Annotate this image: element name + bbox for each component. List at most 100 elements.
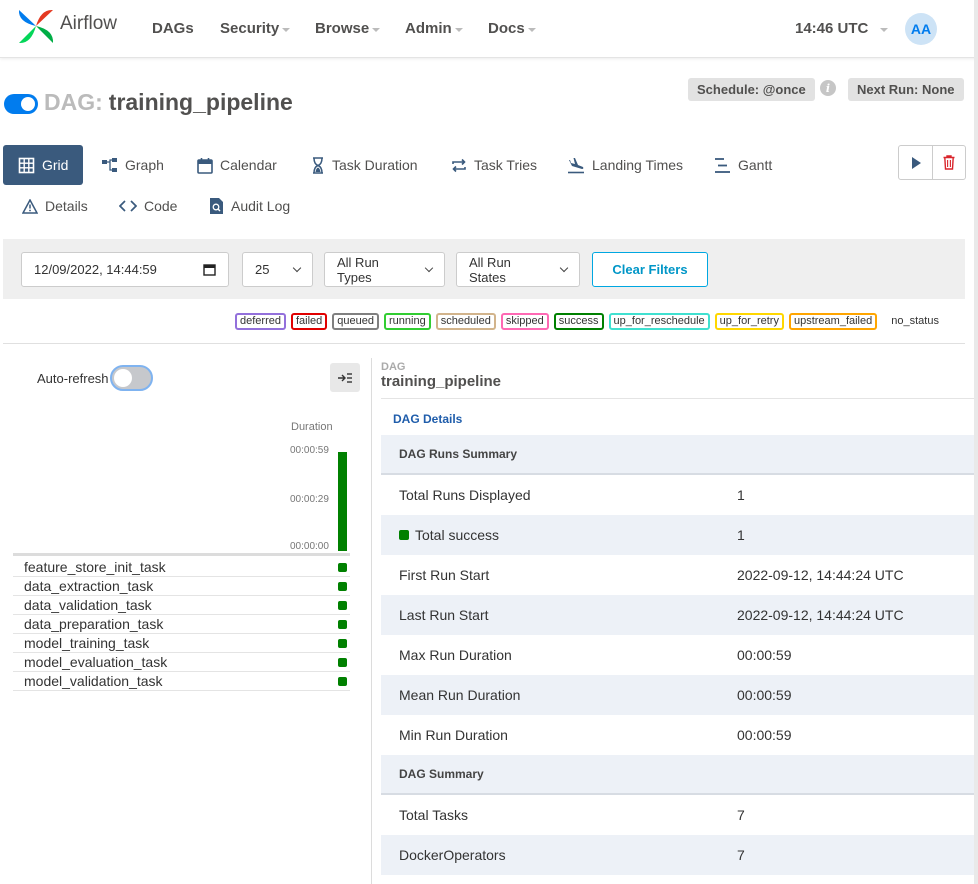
- detail-key: DAG Runs Summary: [399, 447, 517, 461]
- trigger-dag-button[interactable]: [899, 146, 932, 179]
- collapse-details-button[interactable]: [330, 363, 360, 392]
- task-instance-status[interactable]: [338, 658, 347, 667]
- caret-down-icon: [282, 27, 291, 32]
- dag-pause-toggle[interactable]: [4, 94, 38, 114]
- tab-landing-times[interactable]: Landing Times: [567, 145, 683, 185]
- file-search-icon: [210, 198, 223, 214]
- tab-details-label: Details: [45, 198, 88, 214]
- num-runs-select[interactable]: 25: [242, 252, 313, 287]
- detail-key: Total success: [399, 527, 499, 543]
- detail-value: 2022-09-12, 14:44:24 UTC: [737, 607, 904, 623]
- clear-filters-button[interactable]: Clear Filters: [592, 252, 708, 287]
- calendar-icon[interactable]: [203, 263, 216, 276]
- detail-key: First Run Start: [399, 567, 489, 583]
- legend-up-for-reschedule[interactable]: up_for_reschedule: [608, 313, 710, 330]
- timezone-menu[interactable]: 14:46 UTC: [795, 20, 889, 37]
- auto-refresh-label: Auto-refresh: [37, 371, 109, 386]
- gantt-icon: [715, 157, 730, 173]
- nav-security[interactable]: Security: [220, 20, 291, 37]
- dag-run-duration-bar[interactable]: [338, 452, 347, 551]
- dag-details-breadcrumb[interactable]: DAG Details: [393, 412, 462, 426]
- tab-grid-label: Grid: [42, 157, 69, 173]
- tab-audit-log[interactable]: Audit Log: [209, 186, 290, 226]
- hourglass-icon: [313, 156, 323, 174]
- task-row[interactable]: data_validation_task: [13, 596, 350, 615]
- nav-dags[interactable]: DAGs: [152, 20, 194, 37]
- task-instance-status[interactable]: [338, 601, 347, 610]
- detail-key: DAG Summary: [399, 767, 484, 781]
- legend-failed[interactable]: failed: [290, 313, 328, 330]
- duration-tick: 00:00:59: [290, 445, 329, 456]
- legend-success[interactable]: success: [553, 313, 604, 330]
- schedule-badge: Schedule: @once: [688, 78, 815, 101]
- task-row[interactable]: model_validation_task: [13, 672, 350, 691]
- brand[interactable]: Airflow: [16, 6, 117, 46]
- task-name: model_training_task: [24, 635, 150, 651]
- task-instance-status[interactable]: [338, 563, 347, 572]
- tab-task-tries[interactable]: Task Tries: [451, 145, 537, 185]
- run-state-select[interactable]: All Run States: [456, 252, 580, 287]
- detail-key: Mean Run Duration: [399, 687, 520, 703]
- tab-graph-label: Graph: [125, 157, 164, 173]
- detail-key-text: Min Run Duration: [399, 727, 508, 743]
- task-row[interactable]: data_extraction_task: [13, 577, 350, 596]
- task-instance-status[interactable]: [338, 582, 347, 591]
- task-name: data_preparation_task: [24, 616, 164, 632]
- user-avatar[interactable]: AA: [905, 13, 937, 45]
- legend-deferred[interactable]: deferred: [235, 313, 286, 330]
- num-runs-value: 25: [255, 262, 270, 277]
- tab-task-duration[interactable]: Task Duration: [311, 145, 418, 185]
- task-name: data_validation_task: [24, 597, 152, 613]
- delete-dag-button[interactable]: [932, 146, 965, 179]
- detail-row: Min Run Duration 00:00:59: [381, 715, 974, 755]
- legend-scheduled[interactable]: scheduled: [435, 313, 496, 330]
- task-name: data_extraction_task: [24, 578, 154, 594]
- detail-value: 7: [737, 807, 745, 823]
- task-row[interactable]: data_preparation_task: [13, 615, 350, 634]
- detail-key-text: First Run Start: [399, 567, 490, 583]
- code-icon: [119, 200, 137, 212]
- tab-code[interactable]: Code: [119, 186, 177, 226]
- task-instance-status[interactable]: [338, 677, 347, 686]
- task-row[interactable]: feature_store_init_task: [13, 558, 350, 577]
- task-instance-status[interactable]: [338, 620, 347, 629]
- run-state-value: All Run States: [469, 254, 511, 285]
- task-instance-status[interactable]: [338, 639, 347, 648]
- tab-graph[interactable]: Graph: [101, 145, 164, 185]
- detail-value: 7: [737, 847, 745, 863]
- task-row[interactable]: model_evaluation_task: [13, 653, 350, 672]
- chevron-down-icon: [424, 263, 434, 272]
- task-row[interactable]: model_training_task: [13, 634, 350, 653]
- tab-grid[interactable]: Grid: [3, 145, 84, 185]
- section-heading: DAG Summary: [381, 755, 974, 795]
- detail-key: Last Run Start: [399, 607, 489, 623]
- tab-calendar[interactable]: Calendar: [197, 145, 277, 185]
- nav-browse[interactable]: Browse: [315, 20, 381, 37]
- details-kicker: DAG: [381, 361, 406, 373]
- nav-admin-label: Admin: [405, 20, 452, 37]
- legend-skipped[interactable]: skipped: [500, 313, 549, 330]
- window-edge: [974, 0, 978, 884]
- dag-name: training_pipeline: [108, 89, 293, 115]
- tab-gantt[interactable]: Gantt: [714, 145, 772, 185]
- run-type-value: All Run Types: [337, 254, 379, 285]
- nav-admin[interactable]: Admin: [405, 20, 463, 37]
- detail-value: 1: [737, 527, 745, 543]
- info-icon[interactable]: i: [820, 80, 836, 96]
- duration-axis-label: Duration: [291, 421, 333, 433]
- run-type-select[interactable]: All Run Types: [324, 252, 445, 287]
- base-date-input[interactable]: 12/09/2022, 14:44:59: [21, 252, 229, 287]
- dag-title: DAG: training_pipeline: [44, 89, 293, 116]
- tab-code-label: Code: [144, 198, 178, 214]
- legend-upstream-failed[interactable]: upstream_failed: [788, 313, 878, 330]
- legend-running[interactable]: running: [384, 313, 431, 330]
- legend-queued[interactable]: queued: [332, 313, 379, 330]
- next-run-badge: Next Run: None: [848, 78, 964, 101]
- tab-details[interactable]: Details: [22, 186, 88, 226]
- legend-no-status[interactable]: no_status: [886, 313, 944, 330]
- detail-row: Total success 1: [381, 515, 974, 555]
- legend-up-for-retry[interactable]: up_for_retry: [714, 313, 784, 330]
- auto-refresh-toggle[interactable]: [110, 365, 153, 391]
- nav-docs[interactable]: Docs: [488, 20, 536, 37]
- detail-row: Last Run Start 2022-09-12, 14:44:24 UTC: [381, 595, 974, 635]
